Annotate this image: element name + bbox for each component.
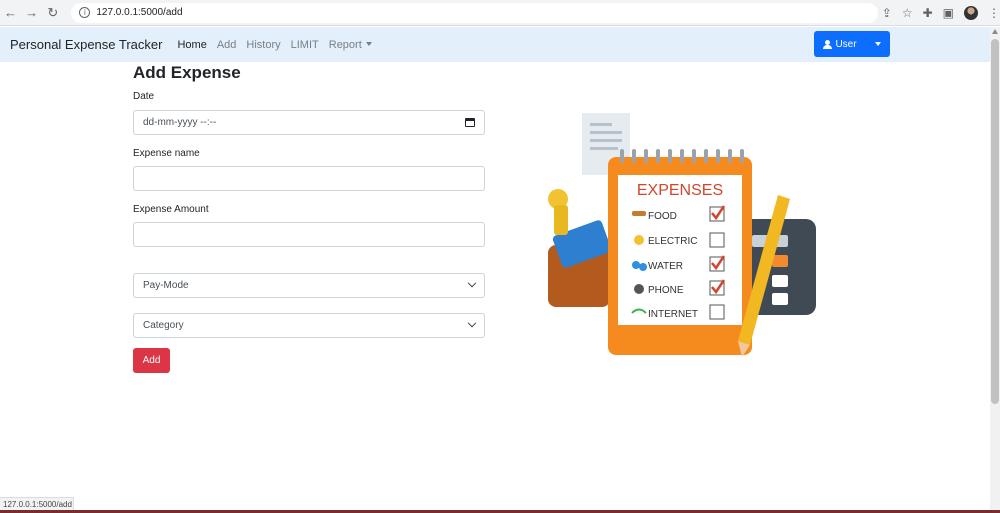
profile-avatar[interactable] — [963, 5, 978, 20]
category-selected: Category — [143, 320, 184, 331]
sidepanel-icon[interactable]: ▣ — [943, 6, 954, 20]
site-info-icon[interactable]: i — [79, 7, 91, 18]
expense-item-label: PHONE — [648, 285, 684, 296]
chevron-down-icon — [467, 278, 477, 287]
expense-item-label: INTERNET — [648, 309, 698, 320]
browser-actions: ⇪ ☆ ✚ ▣ ⋮ — [882, 5, 1000, 20]
expense-name-label: Expense name — [133, 148, 200, 159]
address-bar[interactable]: i 127.0.0.1:5000/add — [71, 2, 878, 23]
nav-add[interactable]: Add — [217, 39, 237, 51]
expense-amount-label: Expense Amount — [133, 204, 209, 215]
nav-history[interactable]: History — [246, 39, 280, 51]
expense-item-label: ELECTRIC — [648, 236, 697, 247]
expense-item-label: FOOD — [648, 211, 677, 222]
paymode-select[interactable]: Pay-Mode — [133, 273, 485, 298]
app-navbar: Personal Expense Tracker Home Add Histor… — [0, 27, 990, 62]
url-text: 127.0.0.1:5000/add — [96, 7, 183, 18]
share-icon[interactable]: ⇪ — [882, 6, 892, 20]
calendar-icon[interactable] — [465, 118, 475, 127]
user-dropdown-toggle[interactable] — [866, 31, 890, 57]
menu-kebab-icon[interactable]: ⋮ — [988, 6, 1000, 20]
category-select[interactable]: Category — [133, 313, 485, 338]
wallet-icon — [548, 189, 612, 307]
expenses-illustration: EXPENSES FOOD ELECTRIC WATER PHONE INTER… — [548, 113, 816, 357]
user-button-group: User — [814, 31, 890, 57]
navbar-brand[interactable]: Personal Expense Tracker — [10, 37, 162, 52]
paymode-selected: Pay-Mode — [143, 280, 189, 291]
date-placeholder: dd-mm-yyyy --:-- — [143, 117, 217, 128]
nav-home[interactable]: Home — [177, 39, 206, 51]
date-label: Date — [133, 91, 155, 102]
caret-down-icon — [875, 42, 881, 46]
user-button-label: User — [835, 38, 857, 50]
caret-down-icon — [365, 41, 372, 46]
scrollbar-thumb[interactable] — [991, 39, 999, 404]
expense-amount-input[interactable] — [133, 222, 485, 247]
expense-name-input[interactable] — [133, 166, 485, 191]
add-button[interactable]: Add — [133, 348, 170, 373]
back-icon[interactable]: ← — [0, 2, 21, 24]
forward-icon[interactable]: → — [21, 2, 42, 24]
chevron-down-icon — [467, 318, 477, 327]
nav-limit[interactable]: LIMIT — [291, 39, 319, 51]
browser-toolbar: ← → ↻ i 127.0.0.1:5000/add ⇪ ☆ ✚ ▣ ⋮ — [0, 0, 1000, 26]
nav-report-dropdown[interactable]: Report — [329, 39, 372, 51]
page-title: Add Expense — [133, 63, 241, 82]
status-bar-url: 127.0.0.1:5000/add — [0, 497, 74, 511]
notepad-icon: EXPENSES FOOD ELECTRIC WATER PHONE INTER… — [608, 149, 752, 355]
bookmark-star-icon[interactable]: ☆ — [902, 6, 913, 20]
extensions-icon[interactable]: ✚ — [923, 6, 933, 20]
nav-report-label: Report — [328, 38, 362, 51]
page-scrollbar[interactable] — [990, 27, 1000, 513]
date-input[interactable]: dd-mm-yyyy --:-- — [133, 110, 485, 135]
reload-icon[interactable]: ↻ — [42, 2, 63, 24]
expense-item-label: WATER — [648, 261, 683, 272]
user-icon — [823, 39, 833, 49]
scroll-up-arrow-icon[interactable] — [992, 29, 998, 34]
user-button[interactable]: User — [814, 31, 866, 57]
illustration-title: EXPENSES — [637, 182, 723, 199]
